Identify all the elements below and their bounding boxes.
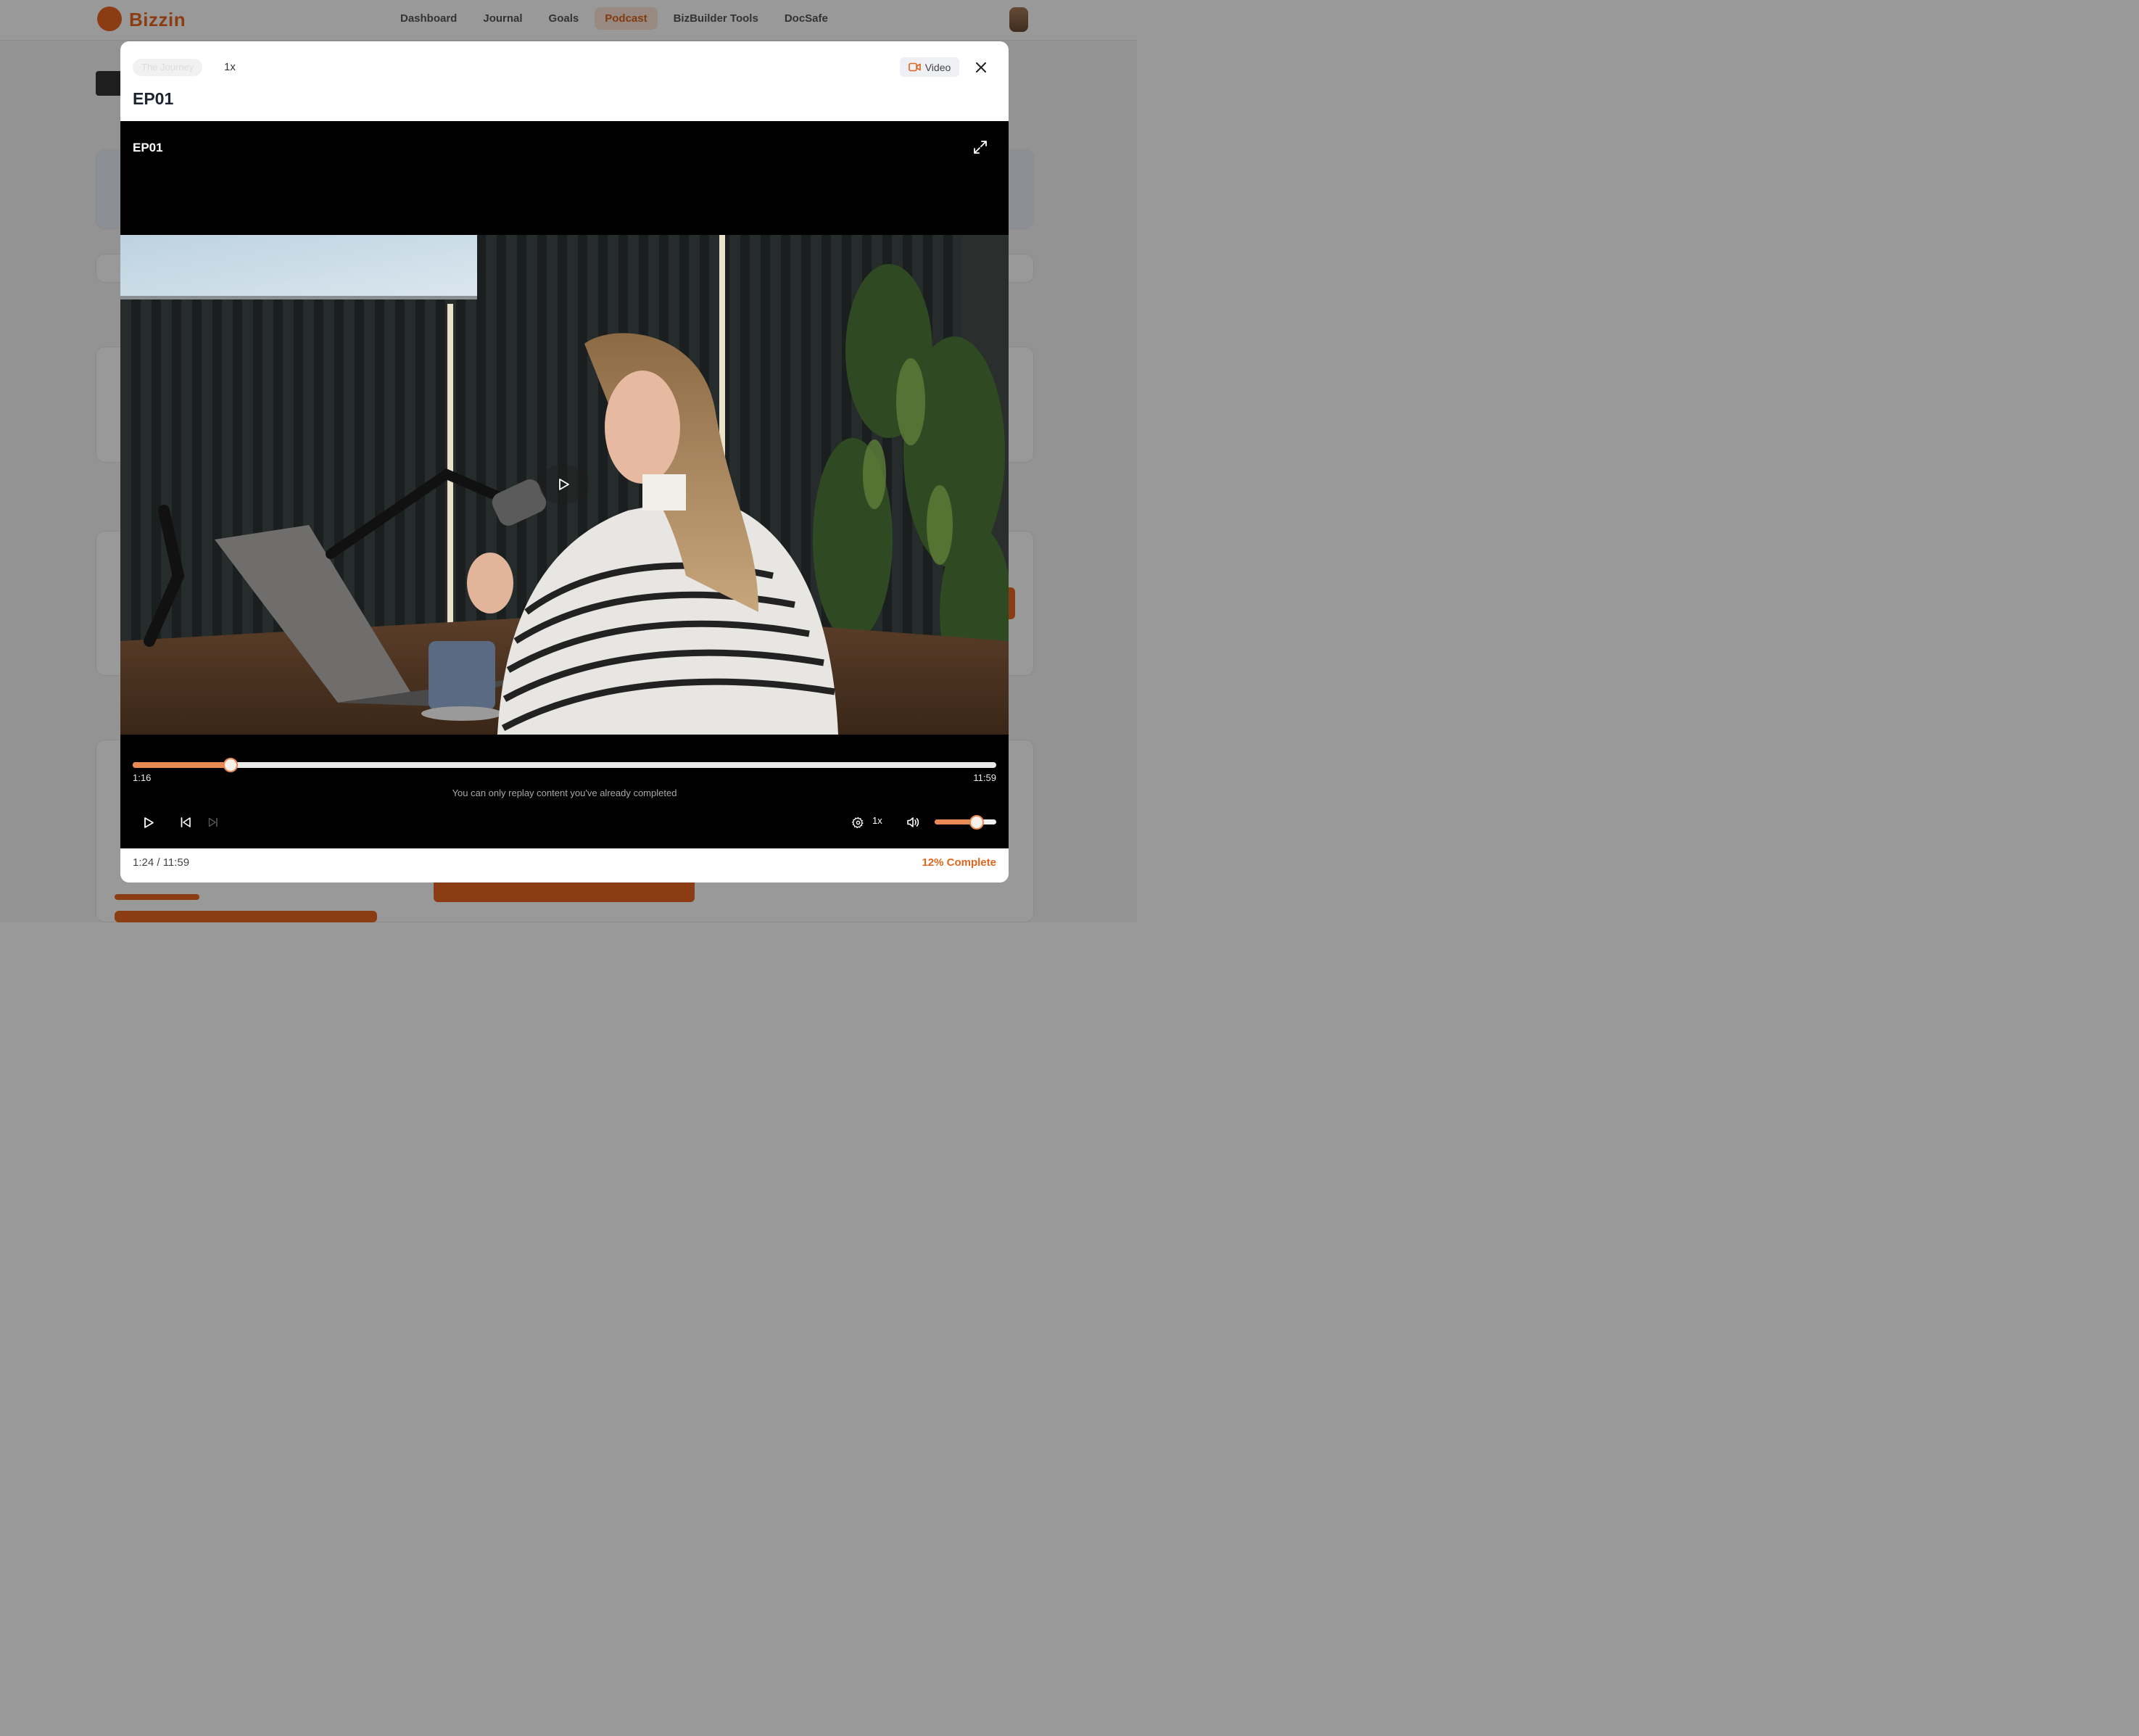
gear-icon xyxy=(851,817,864,828)
play-icon xyxy=(144,817,154,828)
previous-button[interactable] xyxy=(177,814,194,831)
video-modal: The Journey 1x Video EP01 EP01 1:16 11:5… xyxy=(120,41,1009,883)
video-frame[interactable] xyxy=(120,235,1009,735)
video-badge: Video xyxy=(900,57,959,77)
seek-handle[interactable] xyxy=(223,758,238,772)
center-play-button[interactable] xyxy=(539,466,589,503)
play-button[interactable] xyxy=(140,814,157,831)
close-icon xyxy=(976,62,986,73)
next-button[interactable] xyxy=(204,814,222,831)
volume-handle[interactable] xyxy=(969,815,984,830)
episode-title: EP01 xyxy=(133,89,174,108)
fullscreen-icon xyxy=(974,141,987,154)
volume-icon xyxy=(907,817,919,827)
close-button[interactable] xyxy=(972,59,990,76)
playback-speed-label: 1x xyxy=(224,61,236,73)
series-chip: The Journey xyxy=(133,59,203,76)
duration-time: 11:59 xyxy=(973,772,996,783)
playback-time-summary: 1:24 / 11:59 xyxy=(133,856,190,869)
volume-slider[interactable] xyxy=(935,815,996,830)
video-badge-label: Video xyxy=(924,61,951,73)
skip-back-icon xyxy=(181,817,191,827)
speed-button[interactable]: 1x xyxy=(872,815,882,826)
current-time: 1:16 xyxy=(133,772,152,783)
completion-status: 12% Complete xyxy=(922,856,996,869)
seek-bar-played xyxy=(133,762,231,768)
skip-forward-icon xyxy=(208,817,218,827)
video-player[interactable]: EP01 1:16 11:59 You can only replay cont… xyxy=(120,121,1009,848)
settings-button[interactable] xyxy=(849,814,866,831)
replay-notice: You can only replay content you've alrea… xyxy=(452,788,677,798)
player-title: EP01 xyxy=(133,141,163,154)
fullscreen-button[interactable] xyxy=(972,139,988,155)
mute-button[interactable] xyxy=(904,814,922,831)
video-camera-icon xyxy=(908,62,921,72)
seek-bar[interactable] xyxy=(133,758,996,772)
play-icon xyxy=(559,479,569,490)
